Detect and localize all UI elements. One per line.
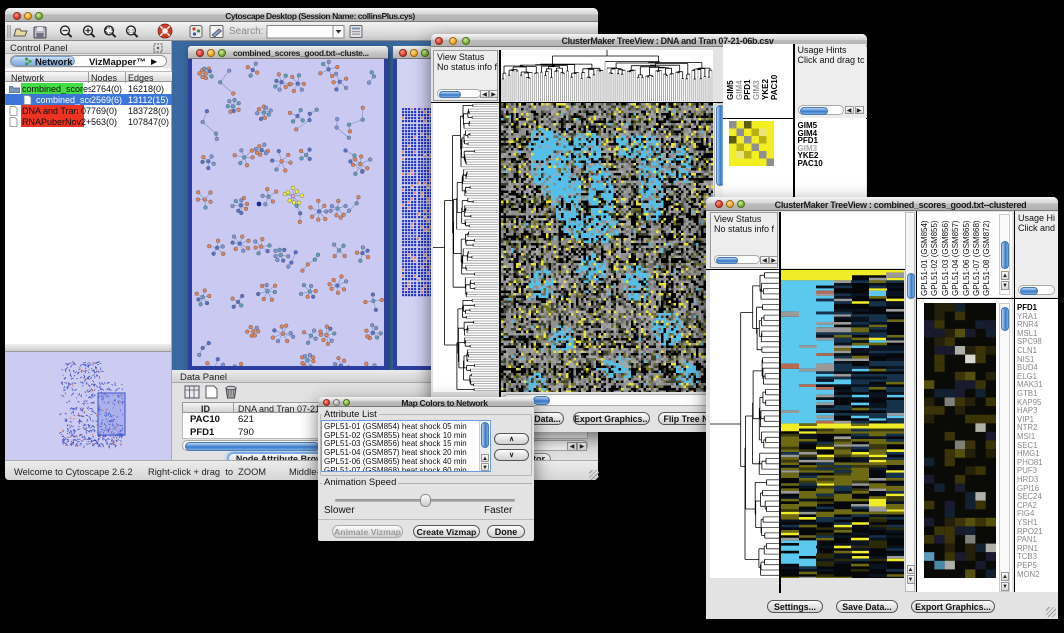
svg-text:Search:: Search:	[229, 26, 263, 37]
svg-text:1:1: 1:1	[128, 29, 135, 35]
